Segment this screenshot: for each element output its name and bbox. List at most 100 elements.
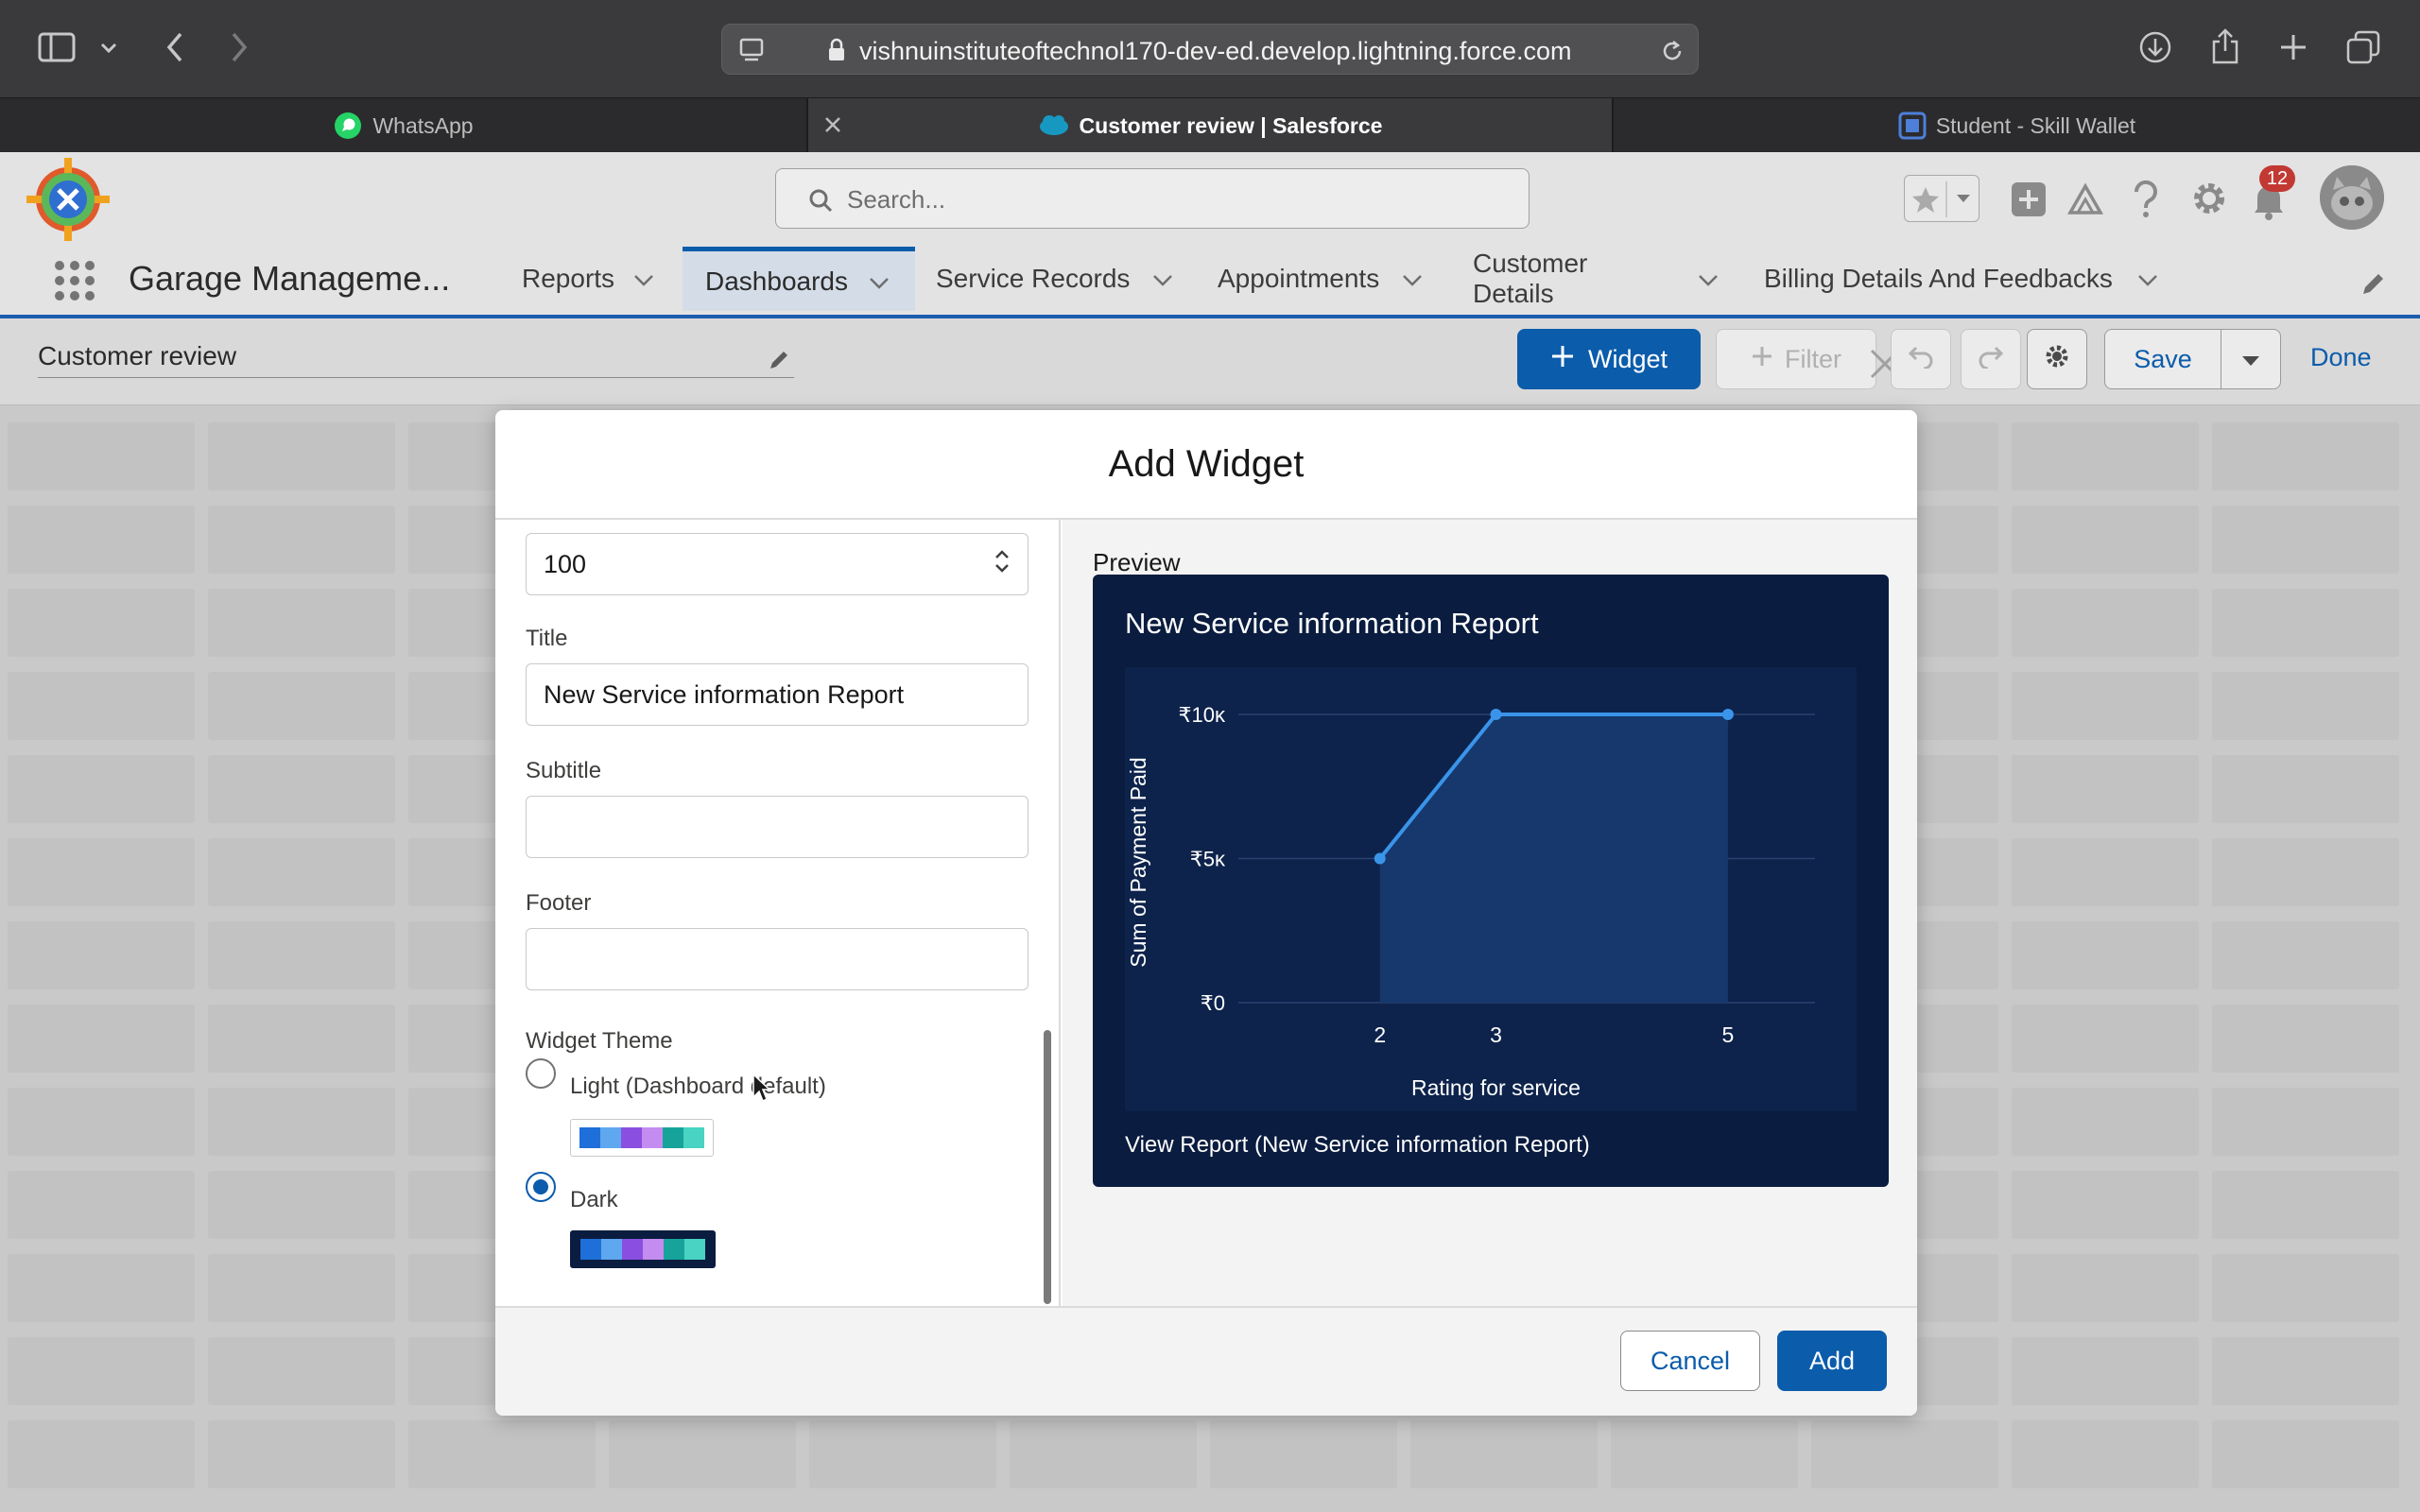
data-point[interactable] [1490,709,1502,720]
add-button[interactable]: Add [1777,1331,1887,1391]
add-widget-button[interactable]: Widget [1517,329,1701,389]
chevron-down-icon[interactable] [633,264,654,294]
theme-dark-radio[interactable] [526,1172,556,1202]
theme-light-label[interactable]: Light (Dashboard default) [570,1074,826,1100]
grid-placeholder-cell [2012,755,2199,823]
nav-billing-details[interactable]: Billing Details And Feedbacks [1764,247,2161,311]
stepper-icon[interactable] [994,547,1011,582]
app-name: Garage Manageme... [129,259,451,298]
data-point[interactable] [1721,709,1734,720]
global-header: Search... 12 Garage Manageme... Reports … [0,152,2420,318]
modal-title: Add Widget [495,410,1917,520]
nav-customer-details[interactable]: Customer Details [1473,247,1719,311]
panel-scrollbar[interactable] [1044,1030,1051,1304]
salesforce-cloud-icon [1038,113,1070,138]
nav-label: Service Records [936,264,1131,293]
save-menu-button[interactable] [2221,329,2281,389]
chevron-down-icon[interactable] [869,266,890,297]
done-button[interactable]: Done [2310,343,2372,372]
grid-placeholder-cell [208,589,395,657]
search-placeholder: Search... [847,185,946,214]
add-label: Add [1808,1346,1856,1375]
chevron-down-icon[interactable] [95,34,123,62]
title-input[interactable]: New Service information Report [526,663,1028,726]
chevron-down-icon[interactable] [1698,264,1719,294]
grid-placeholder-cell [2212,838,2399,906]
site-settings-icon[interactable] [737,36,769,64]
grid-placeholder-cell [1010,1420,1197,1488]
theme-dark-label[interactable]: Dark [570,1187,618,1213]
edit-nav-icon[interactable] [2360,269,2388,298]
help-icon[interactable] [2129,179,2163,220]
global-search[interactable]: Search... [775,168,1530,229]
nav-reports[interactable]: Reports [501,247,666,311]
data-point[interactable] [1374,852,1386,865]
add-filter-button[interactable]: Filter [1716,329,1876,389]
theme-light-radio[interactable] [526,1058,556,1089]
chevron-down-icon[interactable] [1152,264,1173,294]
grid-placeholder-cell [8,589,195,657]
pencil-icon[interactable] [768,347,792,371]
y-tick-label: ₹0 [1201,991,1225,1015]
grid-placeholder-cell [8,1171,195,1239]
y-tick-label: ₹5κ [1190,848,1226,871]
download-icon[interactable] [2136,28,2174,66]
max-values-input[interactable]: 100 [526,533,1028,595]
grid-placeholder-cell [809,1420,996,1488]
forward-icon[interactable] [223,28,255,66]
back-icon[interactable] [159,28,191,66]
avatar[interactable] [2320,165,2384,230]
close-tab-icon[interactable] [821,113,844,136]
sidebar-toggle-icon[interactable] [36,30,78,64]
tab-skill-wallet[interactable]: Student - Skill Wallet [1614,98,2420,153]
nav-service-records[interactable]: Service Records [936,247,1182,311]
dashboard-settings-button[interactable] [2027,329,2087,389]
grid-placeholder-cell [208,921,395,989]
app-logo[interactable] [26,158,110,241]
share-icon[interactable] [2206,26,2244,66]
skill-wallet-icon [1898,112,1927,140]
chevron-down-icon[interactable] [1402,264,1423,294]
grid-placeholder-cell [2012,1254,2199,1322]
favorites-button[interactable] [1904,175,1979,222]
tab-customer-review[interactable]: Customer review | Salesforce [808,98,1612,153]
grid-placeholder-cell [8,1420,195,1488]
footer-input[interactable] [526,928,1028,990]
dark-theme-swatch[interactable] [570,1230,716,1268]
trailhead-icon[interactable] [2066,180,2104,218]
grid-placeholder-cell [208,1420,395,1488]
cancel-button[interactable]: Cancel [1620,1331,1760,1391]
chart-card: New Service information Report ₹0 ₹5κ ₹10κ… [1093,575,1889,1187]
tab-whatsapp[interactable]: WhatsApp [0,98,806,153]
reload-icon[interactable] [1658,37,1686,65]
nav-dashboards[interactable]: Dashboards [683,247,915,311]
subtitle-input[interactable] [526,796,1028,858]
gear-icon[interactable] [2189,179,2229,218]
cancel-label: Cancel [1650,1346,1731,1375]
global-actions-icon[interactable] [2010,180,2048,218]
tab-overview-icon[interactable] [2344,28,2382,66]
save-button[interactable]: Save [2104,329,2221,389]
y-tick-label: ₹10κ [1179,703,1226,727]
app-launcher-icon[interactable] [53,259,96,302]
search-icon [808,188,833,213]
new-tab-icon[interactable] [2276,30,2310,64]
undo-button[interactable] [1891,329,1951,389]
swatch-color [621,1127,642,1148]
dashboard-name-text: Customer review [38,341,237,370]
grid-placeholder-cell [1611,1420,1798,1488]
x-tick-label: 5 [1722,1022,1735,1047]
grid-placeholder-cell [8,672,195,740]
light-theme-swatch[interactable] [570,1119,714,1157]
redo-button[interactable] [1961,329,2021,389]
line-chart: ₹0 ₹5κ ₹10κ 2 3 5 Rating for service Sum of Pay… [1125,667,1857,1111]
swatch-color [663,1127,683,1148]
grid-placeholder-cell [2012,1171,2199,1239]
nav-appointments[interactable]: Appointments [1218,247,1435,311]
address-bar[interactable]: vishnuinstituteoftechnol170-dev-ed.devel… [721,24,1699,75]
chevron-down-icon[interactable] [2137,264,2158,294]
dashboard-name[interactable]: Customer review [38,341,794,378]
view-report-link[interactable]: View Report (New Service information Rep… [1125,1132,1590,1159]
grid-placeholder-cell [2012,506,2199,574]
grid-placeholder-cell [8,1337,195,1405]
